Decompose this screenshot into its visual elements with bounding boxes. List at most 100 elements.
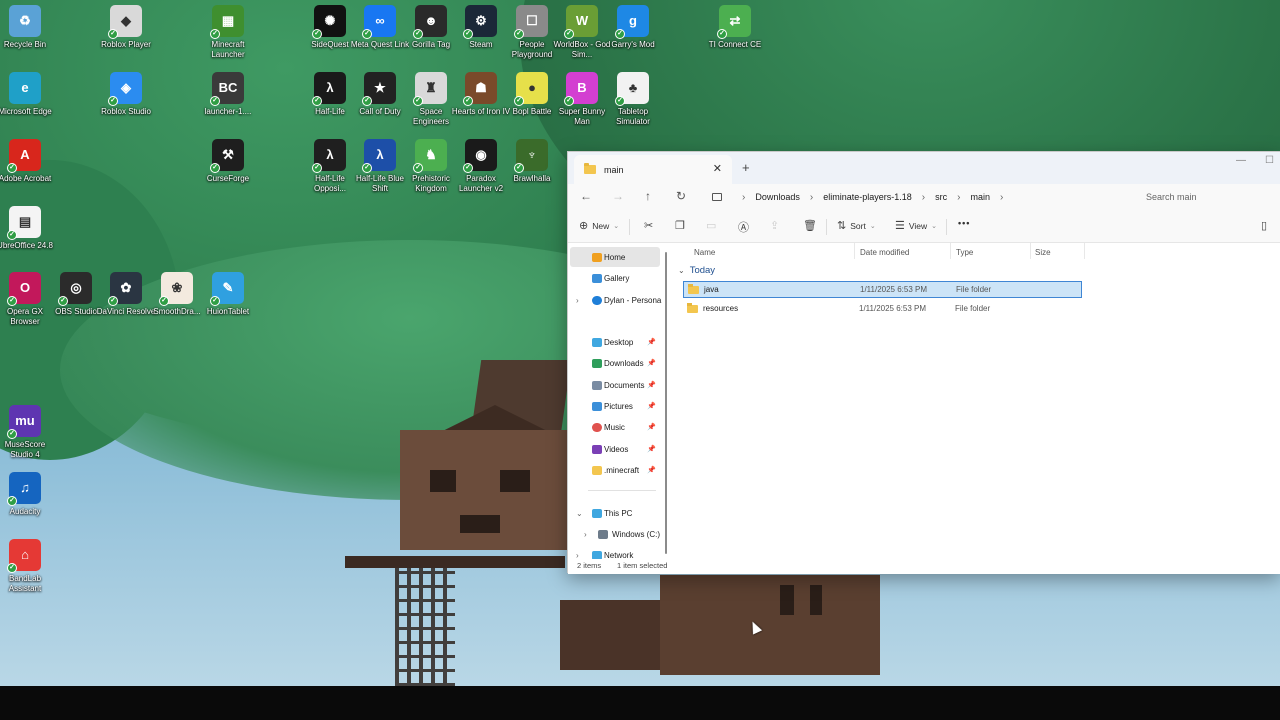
sort-button[interactable]: ⇅ Sort ⌄ [837,219,876,232]
sidebar-item-desktop[interactable]: Desktop 📌 [570,332,660,352]
search-input[interactable]: Search main [1138,186,1280,208]
chevron-down-icon[interactable]: ⌄ [576,509,583,518]
sidebar-item-pictures[interactable]: Pictures 📌 [570,396,660,416]
pin-icon: 📌 [647,339,656,346]
music-icon [592,422,602,432]
sidebar-item-minecraft[interactable]: .minecraft 📌 [570,460,660,480]
desktop-icon-label: TI Connect CE [708,40,762,49]
close-tab-icon[interactable]: ✕ [713,162,722,175]
desktop-icon-recycle-bin[interactable]: ♻ Recycle Bin [0,5,55,50]
pin-icon: 📌 [647,467,656,474]
desktop-icon-beta-craft[interactable]: BC ✓ launcher-1.... [198,72,258,117]
ti-connect-icon: ⇄ ✓ [717,5,751,39]
back-arrow-icon[interactable]: ← [580,189,592,203]
minimize-button[interactable]: — [1236,155,1246,166]
this-pc-icon [592,508,602,518]
refresh-icon[interactable]: ↻ [676,189,686,203]
sidebar-item-documents[interactable]: Documents 📌 [570,375,660,395]
share-button[interactable]: ⇪ [770,219,783,232]
column-header-name[interactable]: Name [694,248,715,257]
obs-icon: ◎ ✓ [58,272,92,306]
sync-check-icon: ✓ [413,163,423,173]
sidebar-item-network[interactable]: › Network [570,545,660,559]
half-life-blue-shift-icon: λ ✓ [362,139,396,173]
desktop-icon-bandlab[interactable]: ⌂ ✓ BandLab Assistant [0,539,55,594]
sync-check-icon: ✓ [615,29,625,39]
clipboard-icon: ▭ [706,220,717,232]
file-explorer-window[interactable]: main ✕ + — ☐ ← → ↑ ↻ › Downloads › elimi… [567,151,1280,574]
address-bar: ← → ↑ ↻ › Downloads › eliminate-players-… [568,184,1280,210]
file-row-java[interactable]: java 1/11/2025 6:53 PM File folder [683,281,1082,298]
details-pane-button[interactable]: ▯ [1261,219,1271,232]
rename-icon: Ⓐ [738,222,749,234]
rename-button[interactable]: Ⓐ [738,219,753,235]
sidebar-item-music[interactable]: Music 📌 [570,417,660,437]
file-list: Name Date modified Type Size ⌄ Today jav… [672,243,1280,559]
desktop-icon-brawlhalla[interactable]: ♆ ✓ Brawlhalla [502,139,562,184]
chevron-right-icon[interactable]: › [576,296,579,305]
breadcrumb-item[interactable]: eliminate-players-1.18 [823,192,912,202]
prehistoric-kingdom-icon: ♞ ✓ [413,139,447,173]
recycle-bin-icon: ♻ [9,5,41,37]
paste-button[interactable]: ▭ [706,219,720,232]
desktop-icon-acrobat[interactable]: A ✓ Adobe Acrobat [0,139,55,184]
breadcrumb-item[interactable]: src [935,192,947,202]
desktop-icon-roblox-studio[interactable]: ◈ ✓ Roblox Studio [96,72,156,117]
sidebar-item-videos[interactable]: Videos 📌 [570,439,660,459]
group-header-today[interactable]: ⌄ Today [678,265,715,276]
sidebar-item-gallery[interactable]: Gallery [570,268,660,288]
desktop-icon-minecraft[interactable]: ▦ ✓ Minecraft Launcher [198,5,258,60]
desktop-icon-edge[interactable]: e Microsoft Edge [0,72,55,117]
column-header-date[interactable]: Date modified [860,248,909,257]
desktop-icon-audacity[interactable]: ♫ ✓ Audacity [0,472,55,517]
scrollbar[interactable] [665,252,667,554]
onedrive-icon [592,295,602,305]
treehouse-stilts [395,568,455,686]
tab-main[interactable]: main ✕ [574,155,732,184]
breadcrumb-item[interactable]: Downloads [755,192,800,202]
davinci-resolve-icon: ✿ ✓ [108,272,142,306]
up-arrow-icon[interactable]: ↑ [645,189,651,203]
desktop-icon-garrys-mod[interactable]: g ✓ Garry's Mod [603,5,663,50]
chevron-right-icon[interactable]: › [584,530,587,539]
delete-button[interactable]: 🗑 [803,219,821,232]
chevron-right-icon[interactable]: › [576,551,579,560]
desktop-icon-ti-connect[interactable]: ⇄ ✓ TI Connect CE [705,5,765,50]
copy-button[interactable]: ❐ [675,219,689,232]
sync-check-icon: ✓ [362,96,372,106]
desktop-icon-musescore[interactable]: mu ✓ MuseScore Studio 4 [0,405,55,460]
steam-icon: ⚙ ✓ [463,5,497,39]
sync-check-icon: ✓ [312,29,322,39]
new-button[interactable]: ⊕ New ⌄ [579,219,619,232]
sync-check-icon: ✓ [210,296,220,306]
cut-button[interactable]: ✂ [644,219,657,232]
sidebar-item-onedrive[interactable]: › Dylan - Persona [570,290,661,310]
title-bar: main ✕ + — ☐ [568,152,1280,184]
desktop-icon [592,337,602,347]
view-button[interactable]: ☰ View ⌄ [895,219,937,232]
breadcrumb-item[interactable]: main [970,192,990,202]
sidebar-item-this-pc[interactable]: ⌄ This PC [570,503,660,523]
desktop-icon-curseforge[interactable]: ⚒ ✓ CurseForge [198,139,258,184]
file-row-resources[interactable]: resources 1/11/2025 6:53 PM File folder [683,300,1082,317]
desktop-icon-roblox[interactable]: ◆ ✓ Roblox Player [96,5,156,50]
column-header-size[interactable]: Size [1035,248,1051,257]
desktop-icon-huion-tablet[interactable]: ✎ ✓ HuionTablet [198,272,258,317]
forward-arrow-icon[interactable]: → [612,189,624,203]
sidebar-item-downloads[interactable]: Downloads 📌 [570,353,660,373]
column-header-type[interactable]: Type [956,248,973,257]
desktop-icon-label: Tabletop Simulator [616,107,650,126]
details-pane-icon: ▯ [1261,220,1268,232]
sidebar-item-windows-c[interactable]: › Windows (C:) [570,524,660,544]
sync-check-icon: ✓ [615,96,625,106]
sync-check-icon: ✓ [514,29,524,39]
more-options-button[interactable]: ••• [958,218,970,228]
space-engineers-icon: ♜ ✓ [413,72,447,106]
breadcrumb[interactable]: › Downloads › eliminate-players-1.18 › s… [708,184,1013,210]
desktop-icon-tabletop-simulator[interactable]: ♣ ✓ Tabletop Simulator [603,72,663,127]
new-tab-button[interactable]: + [742,160,750,175]
sidebar-item-home[interactable]: Home [570,247,660,267]
desktop-icon-libreoffice[interactable]: ▤ ✓ UbreOffice 24.8 [0,206,55,251]
pin-icon: 📌 [647,424,656,431]
maximize-button[interactable]: ☐ [1265,155,1274,166]
